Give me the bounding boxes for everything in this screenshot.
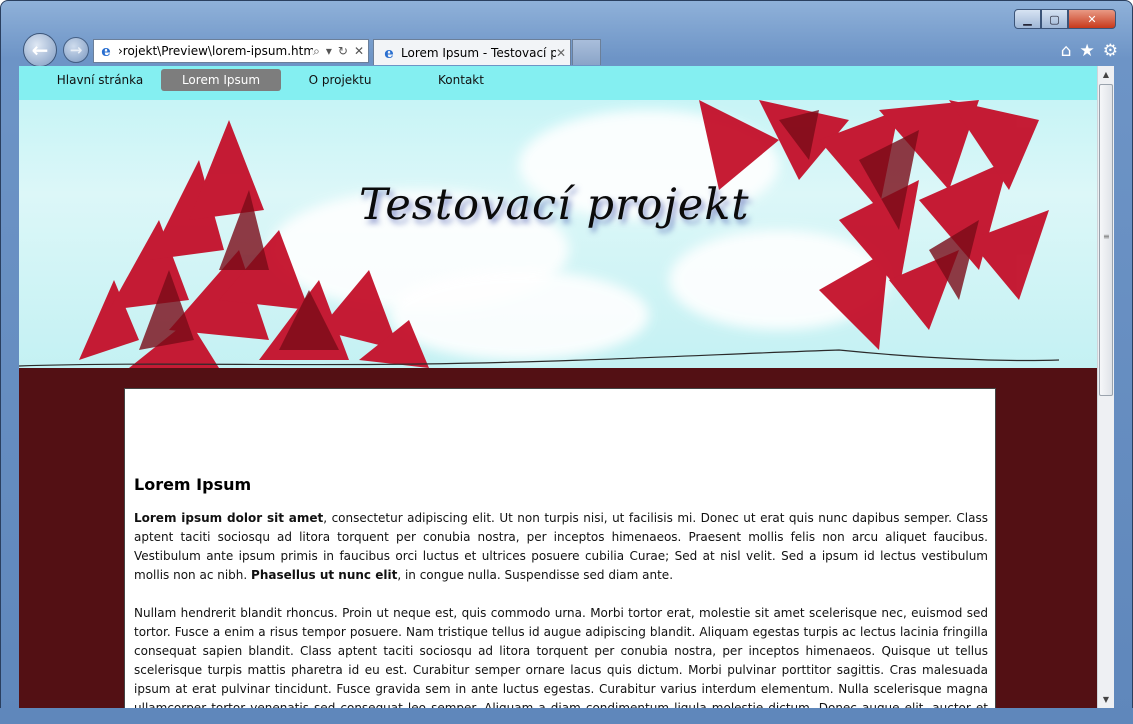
tab-title: Lorem Ipsum - Testovací pr... [401, 45, 556, 60]
forward-button[interactable]: → [63, 37, 89, 63]
nav-item-contact[interactable]: Kontakt [431, 69, 491, 91]
new-tab-button[interactable] [572, 39, 601, 65]
maple-leaves-left-image [79, 100, 1049, 368]
refresh-icon[interactable]: ↻ [338, 44, 348, 59]
window-bottom-frame [0, 708, 1133, 724]
site-title: Testovací projekt [359, 180, 750, 230]
nav-item-lorem-ipsum[interactable]: Lorem Ipsum [161, 69, 281, 91]
address-text[interactable]: ›rojekt\Preview\lorem-ipsum.html [118, 44, 313, 58]
tools-gear-icon[interactable]: ⚙ [1103, 41, 1118, 61]
article-body: Lorem ipsum dolor sit amet, consectetur … [134, 509, 988, 708]
bold-text: Lorem ipsum dolor sit amet [134, 511, 324, 525]
minimize-button[interactable]: ▁ [1014, 9, 1041, 29]
dropdown-arrow-icon[interactable]: ▾ [326, 44, 332, 59]
window-controls: ▁ ▢ ✕ [1014, 9, 1116, 29]
favorites-star-icon[interactable]: ★ [1080, 41, 1095, 61]
nav-item-about[interactable]: O projektu [305, 69, 375, 91]
site-navigation: Hlavní stránka Lorem Ipsum O projektu Ko… [19, 66, 1097, 100]
back-arrow-icon: ← [31, 38, 49, 62]
ie-icon: e [101, 42, 111, 60]
close-window-button[interactable]: ✕ [1068, 9, 1116, 29]
browser-right-toolbar: ⌂ ★ ⚙ [1061, 41, 1118, 61]
wavy-line-decoration [19, 349, 1060, 367]
content-area: Lorem Ipsum Lorem ipsum dolor sit amet, … [124, 388, 996, 708]
scroll-thumb[interactable]: ≡ [1099, 84, 1113, 396]
paragraph-text: , in congue nulla. Suspendisse sed diam … [397, 568, 674, 582]
bold-text: Phasellus ut nunc elit [251, 568, 398, 582]
page-viewport: Hlavní stránka Lorem Ipsum O projektu Ko… [19, 66, 1097, 708]
browser-tab[interactable]: e Lorem Ipsum - Testovací pr... ✕ [373, 39, 571, 65]
article-paragraph-1: Lorem ipsum dolor sit amet, consectetur … [134, 509, 988, 585]
vertical-scrollbar[interactable]: ▲ ≡ ▼ [1097, 66, 1114, 708]
stop-icon[interactable]: ✕ [354, 44, 364, 59]
nav-item-home[interactable]: Hlavní stránka [51, 69, 149, 91]
article-heading: Lorem Ipsum [134, 475, 252, 494]
maximize-button[interactable]: ▢ [1041, 9, 1068, 29]
scroll-up-arrow-icon[interactable]: ▲ [1098, 66, 1114, 83]
ie-icon: e [384, 43, 394, 62]
forward-arrow-icon: → [69, 41, 83, 59]
article-paragraph-2: Nullam hendrerit blandit rhoncus. Proin … [134, 606, 988, 708]
scroll-down-arrow-icon[interactable]: ▼ [1098, 691, 1114, 708]
home-icon[interactable]: ⌂ [1061, 41, 1072, 61]
tab-close-icon[interactable]: ✕ [556, 46, 570, 60]
address-bar[interactable]: e ›rojekt\Preview\lorem-ipsum.html ⌕ ▾ ↻… [93, 39, 369, 63]
search-icon[interactable]: ⌕ [313, 44, 320, 59]
back-button[interactable]: ← [23, 33, 57, 67]
site-header-banner: Testovací projekt [19, 100, 1097, 368]
